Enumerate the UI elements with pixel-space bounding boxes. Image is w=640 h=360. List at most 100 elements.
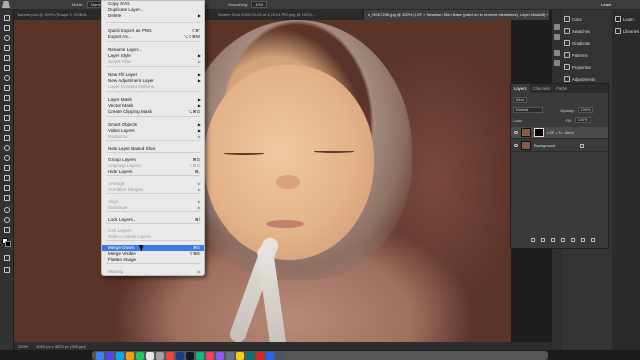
finder-icon[interactable] bbox=[96, 351, 104, 360]
app-icon[interactable] bbox=[236, 351, 244, 360]
photoshop-icon[interactable] bbox=[176, 351, 184, 360]
app-icon[interactable] bbox=[216, 351, 224, 360]
lasso-tool-icon[interactable] bbox=[3, 34, 11, 42]
marquee-tool-icon[interactable] bbox=[3, 24, 11, 32]
zoom-level[interactable]: 200% bbox=[18, 344, 28, 349]
layer-row-background[interactable]: Background bbox=[511, 140, 608, 152]
app-icon[interactable] bbox=[266, 351, 274, 360]
lock-icon[interactable] bbox=[580, 143, 585, 148]
clone-source-icon[interactable] bbox=[554, 60, 560, 66]
quick-select-tool-icon[interactable] bbox=[3, 44, 11, 52]
eraser-tool-icon[interactable] bbox=[3, 124, 11, 132]
dock-panel-gradients[interactable]: Gradients bbox=[564, 39, 590, 47]
tab-banner[interactable]: banner.psd @ 100% (Shape 3, RGB/8... bbox=[14, 10, 104, 20]
new-layer-icon[interactable] bbox=[581, 238, 585, 242]
gradient-tool-icon[interactable] bbox=[3, 134, 11, 142]
layer-style-icon[interactable] bbox=[541, 238, 545, 242]
menu-item-flatten-image[interactable]: Flatten Image bbox=[102, 257, 204, 263]
eyedropper-tool-icon[interactable] bbox=[3, 74, 11, 82]
move-tool-icon[interactable] bbox=[3, 14, 11, 22]
menu-item-lock-layers[interactable]: Lock Layers... ⌘/ bbox=[102, 217, 204, 223]
menu-item-delete[interactable]: Delete ▶ bbox=[102, 13, 204, 19]
path-select-tool-icon[interactable] bbox=[3, 184, 11, 192]
dock-panel-label: Patterns bbox=[572, 52, 588, 58]
settings-icon[interactable] bbox=[156, 351, 164, 360]
calendar-icon[interactable] bbox=[146, 351, 154, 360]
app-icon[interactable] bbox=[256, 351, 264, 360]
trash-icon[interactable] bbox=[276, 351, 284, 360]
healing-brush-tool-icon[interactable] bbox=[3, 84, 11, 92]
delete-layer-icon[interactable] bbox=[591, 238, 595, 242]
app-icon[interactable] bbox=[196, 351, 204, 360]
menu-item-export-as[interactable]: Export As... ⌥⇧⌘W bbox=[102, 34, 204, 40]
visibility-eye-icon[interactable] bbox=[514, 131, 518, 134]
more-tools-icon[interactable] bbox=[3, 226, 11, 234]
dock-panel-properties[interactable]: Properties bbox=[564, 63, 591, 71]
menu-item-matting[interactable]: Matting ▶ bbox=[102, 269, 204, 275]
clone-stamp-tool-icon[interactable] bbox=[3, 104, 11, 112]
document-canvas[interactable] bbox=[14, 20, 511, 342]
tab-screenshot[interactable]: Screen Shot 2020-03-28 at 4.25.24 PM.png… bbox=[214, 10, 364, 20]
smoothing-input[interactable]: 10% bbox=[251, 1, 268, 8]
app-icon[interactable] bbox=[246, 351, 254, 360]
tab-active-document[interactable]: s_NSK7298.jpg @ 200% (LSF > Newborn Skin… bbox=[364, 10, 550, 20]
layer-mask-thumbnail[interactable] bbox=[534, 128, 544, 137]
link-layers-icon[interactable] bbox=[531, 238, 535, 242]
screen-mode-icon[interactable] bbox=[3, 266, 11, 274]
dock-panel-color[interactable]: Color bbox=[564, 15, 582, 23]
menu-item-rasterize[interactable]: Rasterize ▶ bbox=[102, 134, 204, 140]
music-icon[interactable] bbox=[166, 351, 174, 360]
menu-item-new-layer-based-slice[interactable]: New Layer Based Slice bbox=[102, 146, 204, 152]
blur-tool-icon[interactable] bbox=[3, 144, 11, 152]
visibility-eye-icon[interactable] bbox=[514, 144, 518, 147]
dock-panel-swatches[interactable]: Swatches bbox=[564, 27, 590, 35]
safari-icon[interactable] bbox=[116, 351, 124, 360]
background-color-swatch[interactable] bbox=[5, 241, 11, 247]
tab-layers[interactable]: Layers bbox=[511, 84, 530, 93]
learn-label[interactable]: Learn bbox=[601, 2, 611, 7]
kind-filter-select[interactable]: Kind bbox=[513, 97, 527, 103]
zoom-tool-icon[interactable] bbox=[3, 216, 11, 224]
crop-tool-icon[interactable] bbox=[3, 54, 11, 62]
menu-item-hide-layers[interactable]: Hide Layers ⌘, bbox=[102, 169, 204, 175]
opacity-input[interactable]: 100% bbox=[577, 107, 594, 113]
brush-tool-icon[interactable] bbox=[3, 94, 11, 102]
adjustment-layer-icon[interactable] bbox=[561, 238, 565, 242]
fill-input[interactable]: 100% bbox=[574, 117, 591, 123]
blend-mode-select[interactable]: Normal bbox=[513, 107, 543, 113]
dock-panel-adjustments[interactable]: Adjustments bbox=[564, 75, 595, 83]
new-group-icon[interactable] bbox=[571, 238, 575, 242]
pen-tool-icon[interactable] bbox=[3, 164, 11, 172]
menu-item-select-linked-layers[interactable]: Select Linked Layers bbox=[102, 234, 204, 240]
terminal-icon[interactable] bbox=[186, 351, 194, 360]
tab-channels[interactable]: Channels bbox=[530, 84, 554, 93]
chrome-icon[interactable] bbox=[126, 351, 134, 360]
dock-panel-patterns[interactable]: Patterns bbox=[564, 51, 588, 59]
hand-tool-icon[interactable] bbox=[3, 206, 11, 214]
add-mask-icon[interactable] bbox=[551, 238, 555, 242]
launchpad-icon[interactable] bbox=[106, 351, 114, 360]
history-brush-tool-icon[interactable] bbox=[3, 114, 11, 122]
shape-tool-icon[interactable] bbox=[3, 194, 11, 202]
layer-row-adjustment[interactable]: LSF > N...blem bbox=[511, 127, 608, 139]
actions-icon[interactable] bbox=[554, 34, 560, 40]
messages-icon[interactable] bbox=[136, 351, 144, 360]
dodge-tool-icon[interactable] bbox=[3, 154, 11, 162]
app-icon[interactable] bbox=[206, 351, 214, 360]
brush-settings-icon[interactable] bbox=[554, 50, 560, 56]
layer-thumbnail bbox=[521, 141, 531, 150]
dock-panel-libraries[interactable]: Libraries bbox=[615, 27, 639, 35]
brush-tool-icon[interactable] bbox=[2, 1, 10, 8]
app-icon[interactable] bbox=[226, 351, 234, 360]
menu-item-create-clipping-mask[interactable]: Create Clipping Mask ⌥⌘G bbox=[102, 109, 204, 115]
quick-mask-icon[interactable] bbox=[3, 254, 11, 262]
menu-item-layer-content-options[interactable]: Layer Content Options... bbox=[102, 84, 204, 90]
dock-panel-learn[interactable]: Learn bbox=[615, 15, 634, 23]
type-tool-icon[interactable] bbox=[3, 174, 11, 182]
frame-tool-icon[interactable] bbox=[3, 64, 11, 72]
menu-item-smart-filter[interactable]: Smart Filter ▶ bbox=[102, 59, 204, 65]
tab-paths[interactable]: Paths bbox=[553, 84, 570, 93]
menu-item-combine-shapes[interactable]: Combine Shapes ▶ bbox=[102, 187, 204, 193]
history-icon[interactable] bbox=[554, 24, 560, 30]
menu-item-distribute[interactable]: Distribute ▶ bbox=[102, 205, 204, 211]
